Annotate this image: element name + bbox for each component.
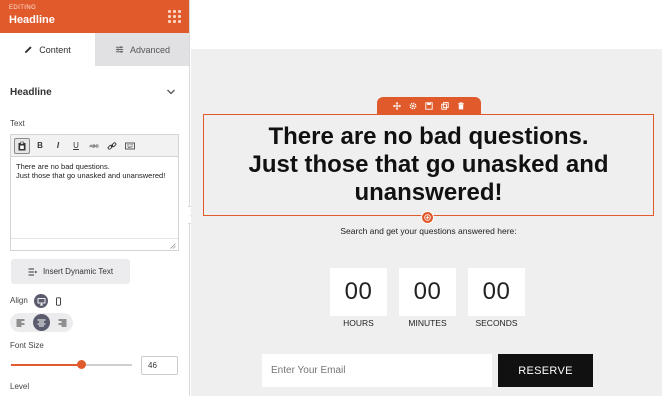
- text-editor[interactable]: B I U ABC There are no bad questions. Ju…: [10, 134, 179, 251]
- desktop-view-button[interactable]: [34, 294, 48, 308]
- countdown-hours-box: 00: [330, 268, 387, 316]
- countdown-hours-value: 00: [344, 278, 373, 305]
- italic-icon: I: [56, 141, 60, 150]
- align-left-button[interactable]: [12, 314, 29, 331]
- bold-icon: B: [37, 141, 43, 150]
- plus-icon: [424, 214, 431, 221]
- countdown-seconds-label: SECONDS: [475, 318, 518, 328]
- duplicate-button[interactable]: [441, 101, 450, 110]
- editing-label: EDITING: [9, 5, 37, 11]
- countdown-hours-label: HOURS: [343, 318, 374, 328]
- block-toolbar: [377, 97, 481, 114]
- level-label: Level: [10, 382, 30, 391]
- link-button[interactable]: [104, 138, 120, 154]
- align-left-icon: [16, 319, 25, 326]
- editor-panel: EDITING Headline Content Advanced Headli…: [0, 0, 190, 396]
- move-button[interactable]: [393, 101, 402, 110]
- panel-header: EDITING Headline: [0, 0, 189, 33]
- headline-block[interactable]: There are no bad questions. Just those t…: [203, 114, 654, 216]
- countdown-minutes-value: 00: [413, 278, 442, 305]
- settings-button[interactable]: [409, 101, 418, 110]
- tab-content[interactable]: Content: [0, 33, 95, 66]
- countdown-minutes-label: MINUTES: [408, 318, 447, 328]
- canvas-top-section: [191, 0, 662, 49]
- headline-text[interactable]: There are no bad questions. Just those t…: [248, 123, 608, 207]
- dynamic-text-icon: [28, 268, 37, 275]
- strikethrough-icon: ABC: [89, 143, 99, 148]
- editor-toolbar: B I U ABC: [11, 135, 178, 157]
- font-size-slider-thumb[interactable]: [76, 360, 86, 369]
- resize-grip-icon[interactable]: [169, 242, 176, 249]
- align-right-icon: [58, 319, 67, 326]
- paste-icon: [18, 141, 26, 150]
- save-icon: [425, 101, 433, 110]
- italic-button[interactable]: I: [50, 138, 66, 154]
- mobile-view-button[interactable]: [51, 294, 65, 308]
- insert-dynamic-text-label: Insert Dynamic Text: [42, 267, 114, 276]
- align-selector: [10, 313, 73, 332]
- underline-button[interactable]: U: [68, 138, 84, 154]
- section-title: Headline: [10, 87, 52, 98]
- font-size-label: Font Size: [10, 341, 44, 350]
- text-label: Text: [10, 119, 25, 128]
- move-icon: [393, 101, 401, 110]
- keyboard-button[interactable]: [122, 138, 138, 154]
- align-right-button[interactable]: [54, 314, 71, 331]
- tab-advanced-label: Advanced: [129, 44, 171, 55]
- pencil-icon: [25, 46, 32, 54]
- duplicate-icon: [441, 101, 449, 110]
- desktop-icon: [37, 297, 45, 305]
- align-label: Align: [10, 296, 28, 305]
- font-size-slider-fill: [11, 364, 82, 366]
- mobile-icon: [55, 296, 61, 306]
- tab-content-label: Content: [39, 44, 71, 55]
- align-center-icon: [37, 319, 46, 326]
- paste-button[interactable]: [14, 137, 30, 154]
- countdown-seconds-value: 00: [482, 278, 511, 305]
- trash-icon: [458, 101, 464, 109]
- panel-title: Headline: [9, 14, 55, 26]
- chevron-down-icon[interactable]: [166, 88, 176, 96]
- grid-menu-icon[interactable]: [168, 10, 181, 23]
- reserve-button[interactable]: RESERVE: [498, 354, 593, 387]
- subheading-text: Search and get your questions answered h…: [340, 226, 517, 236]
- bold-button[interactable]: B: [32, 138, 48, 154]
- gear-icon: [409, 102, 417, 109]
- editor-footer: [11, 238, 178, 250]
- underline-icon: U: [73, 141, 79, 150]
- font-size-input[interactable]: [141, 356, 178, 375]
- delete-button[interactable]: [457, 101, 466, 110]
- panel-tabs: Content Advanced: [0, 33, 189, 66]
- add-block-button[interactable]: [421, 211, 434, 224]
- strikethrough-button[interactable]: ABC: [86, 138, 102, 154]
- insert-dynamic-text-button[interactable]: Insert Dynamic Text: [11, 259, 130, 284]
- link-icon: [107, 141, 117, 150]
- editor-text[interactable]: There are no bad questions. Just those t…: [16, 162, 174, 180]
- font-size-slider-track[interactable]: [11, 364, 132, 366]
- email-input[interactable]: [262, 354, 492, 387]
- tab-advanced[interactable]: Advanced: [95, 33, 189, 66]
- countdown-seconds-box: 00: [468, 268, 525, 316]
- keyboard-icon: [125, 142, 135, 149]
- countdown-minutes-box: 00: [399, 268, 456, 316]
- sliders-icon: [115, 46, 124, 53]
- save-button[interactable]: [425, 101, 434, 110]
- align-center-button[interactable]: [33, 314, 50, 331]
